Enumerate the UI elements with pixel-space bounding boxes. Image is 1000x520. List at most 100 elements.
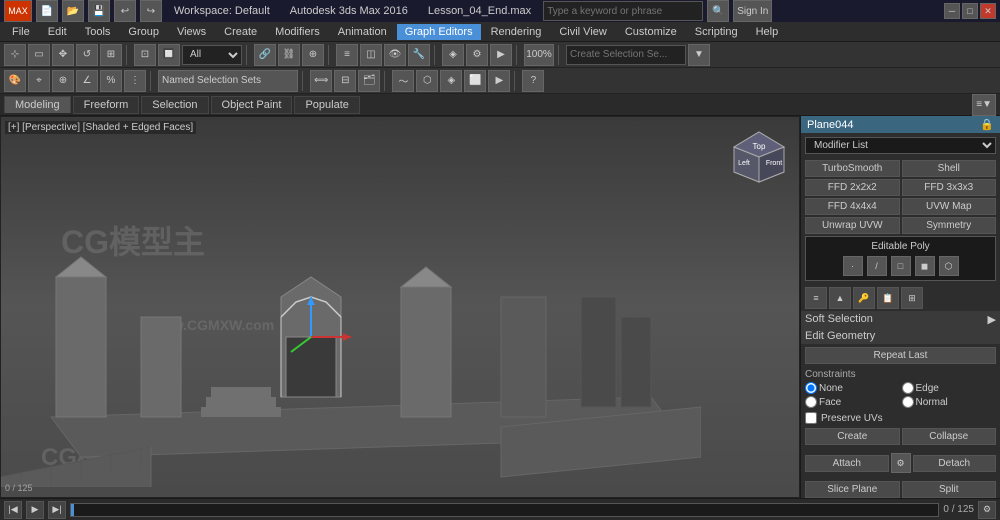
stack-btn2[interactable]: ▲: [829, 287, 851, 309]
stack-btn1[interactable]: ≡: [805, 287, 827, 309]
menu-customize[interactable]: Customize: [617, 24, 685, 40]
tab-modeling[interactable]: Modeling: [4, 96, 71, 113]
curve-btn[interactable]: 〜: [392, 70, 414, 92]
undo-btn[interactable]: ↩: [114, 0, 136, 22]
modifier-shell[interactable]: Shell: [902, 160, 997, 177]
create-sel-dropdown[interactable]: ▼: [688, 44, 710, 66]
render-setup-btn[interactable]: ⚙: [466, 44, 488, 66]
modifier-ffd3[interactable]: FFD 3x3x3: [902, 179, 997, 196]
menu-graph-editors[interactable]: Graph Editors: [397, 24, 481, 40]
timeline-bar[interactable]: [70, 503, 939, 517]
scene-btn[interactable]: ◫: [360, 44, 382, 66]
attach-btn[interactable]: Attach: [805, 455, 889, 472]
constraint-edge[interactable]: Edge: [902, 382, 997, 394]
create-btn[interactable]: Create: [805, 428, 900, 445]
modifier-symmetry[interactable]: Symmetry: [902, 217, 997, 234]
stack-btn3[interactable]: 🔑: [853, 287, 875, 309]
unlink-btn[interactable]: ⛓: [278, 44, 300, 66]
material-btn[interactable]: ◈: [442, 44, 464, 66]
tab-freeform[interactable]: Freeform: [73, 96, 140, 114]
slice-plane-btn[interactable]: Slice Plane: [805, 481, 900, 498]
modifier-unwrap[interactable]: Unwrap UVW: [805, 217, 900, 234]
menu-edit[interactable]: Edit: [40, 24, 75, 40]
menu-civil-view[interactable]: Civil View: [551, 24, 614, 40]
material-btn2[interactable]: ◈: [440, 70, 462, 92]
edge-icon[interactable]: /: [867, 256, 887, 276]
render-btn[interactable]: ▶: [490, 44, 512, 66]
repeat-last-btn[interactable]: Repeat Last: [805, 347, 996, 364]
minimize-btn[interactable]: ─: [944, 3, 960, 19]
move-btn[interactable]: ✥: [52, 44, 74, 66]
angle-snap-btn[interactable]: ∠: [76, 70, 98, 92]
app-logo[interactable]: MAX: [4, 0, 32, 22]
collapse-btn[interactable]: Collapse: [902, 428, 997, 445]
select-btn[interactable]: ⊹: [4, 44, 26, 66]
layer-mgr-btn[interactable]: 🗂: [358, 70, 380, 92]
vertex-icon[interactable]: ·: [843, 256, 863, 276]
modifier-ffd4[interactable]: FFD 4x4x4: [805, 198, 900, 215]
constraint-face[interactable]: Face: [805, 396, 900, 408]
constraint-normal[interactable]: Normal: [902, 396, 997, 408]
timeline-config-btn[interactable]: ⚙: [978, 501, 996, 519]
edit-geometry-header[interactable]: Edit Geometry: [801, 328, 1000, 344]
viewport-3d[interactable]: [+] [Perspective] [Shaded + Edged Faces]…: [0, 116, 800, 498]
stack-btn4[interactable]: 📋: [877, 287, 899, 309]
modifier-list-dropdown[interactable]: Modifier List: [805, 137, 996, 154]
named-sel-btn[interactable]: Named Selection Sets: [158, 70, 298, 92]
search-btn[interactable]: 🔍: [707, 0, 729, 22]
layer-btn[interactable]: ≡: [336, 44, 358, 66]
modifier-uvwmap[interactable]: UVW Map: [902, 198, 997, 215]
stack-btn5[interactable]: ⊞: [901, 287, 923, 309]
menu-group[interactable]: Group: [120, 24, 167, 40]
obj-paint-btn[interactable]: 🎨: [4, 70, 26, 92]
play-btn[interactable]: ▶: [26, 501, 44, 519]
menu-rendering[interactable]: Rendering: [483, 24, 550, 40]
schematic-btn[interactable]: ⬡: [416, 70, 438, 92]
rotate-btn[interactable]: ↺: [76, 44, 98, 66]
prev-frame-btn[interactable]: |◀: [4, 501, 22, 519]
menu-file[interactable]: File: [4, 24, 38, 40]
filter-dropdown[interactable]: All: [182, 45, 242, 65]
tab-object-paint[interactable]: Object Paint: [211, 96, 293, 114]
reference-btn[interactable]: ⊡: [134, 44, 156, 66]
nav-cube[interactable]: Top Front Left: [729, 127, 789, 187]
maximize-btn[interactable]: □: [962, 3, 978, 19]
polygon-icon[interactable]: ◼: [915, 256, 935, 276]
display-btn[interactable]: 👁: [384, 44, 406, 66]
snap2d-btn[interactable]: ⌖: [28, 70, 50, 92]
tab-populate[interactable]: Populate: [294, 96, 359, 114]
menu-views[interactable]: Views: [169, 24, 214, 40]
soft-selection-header[interactable]: Soft Selection ▶: [801, 311, 1000, 328]
element-icon[interactable]: ⬡: [939, 256, 959, 276]
percent-snap-btn[interactable]: %: [100, 70, 122, 92]
menu-tools[interactable]: Tools: [77, 24, 119, 40]
open-btn[interactable]: 📂: [62, 0, 84, 22]
save-btn[interactable]: 💾: [88, 0, 110, 22]
select-region-btn[interactable]: ▭: [28, 44, 50, 66]
modifier-turbsmooth[interactable]: TurboSmooth: [805, 160, 900, 177]
scale-btn[interactable]: ⊞: [100, 44, 122, 66]
tab-selection[interactable]: Selection: [141, 96, 208, 114]
next-frame-btn[interactable]: ▶|: [48, 501, 66, 519]
link-btn[interactable]: 🔗: [254, 44, 276, 66]
menu-modifiers[interactable]: Modifiers: [267, 24, 328, 40]
render-frame-btn[interactable]: ⬜: [464, 70, 486, 92]
detach-btn[interactable]: Detach: [913, 455, 997, 472]
help-btn[interactable]: ?: [522, 70, 544, 92]
create-sel-input[interactable]: [566, 45, 686, 65]
snap3d-btn[interactable]: ⊕: [52, 70, 74, 92]
border-icon[interactable]: □: [891, 256, 911, 276]
sign-in-btn[interactable]: Sign In: [733, 0, 772, 22]
attach-settings-btn[interactable]: ⚙: [891, 453, 911, 473]
new-btn[interactable]: 📄: [36, 0, 58, 22]
menu-create[interactable]: Create: [216, 24, 265, 40]
menu-animation[interactable]: Animation: [330, 24, 395, 40]
lock-icon[interactable]: 🔒: [980, 118, 994, 131]
utility-btn[interactable]: 🔧: [408, 44, 430, 66]
split-btn[interactable]: Split: [902, 481, 997, 498]
menu-help[interactable]: Help: [748, 24, 787, 40]
preserve-uvs-check[interactable]: [805, 412, 817, 424]
search-field[interactable]: [543, 1, 703, 21]
spinner-snap-btn[interactable]: ⋮: [124, 70, 146, 92]
snap-btn[interactable]: 🔲: [158, 44, 180, 66]
